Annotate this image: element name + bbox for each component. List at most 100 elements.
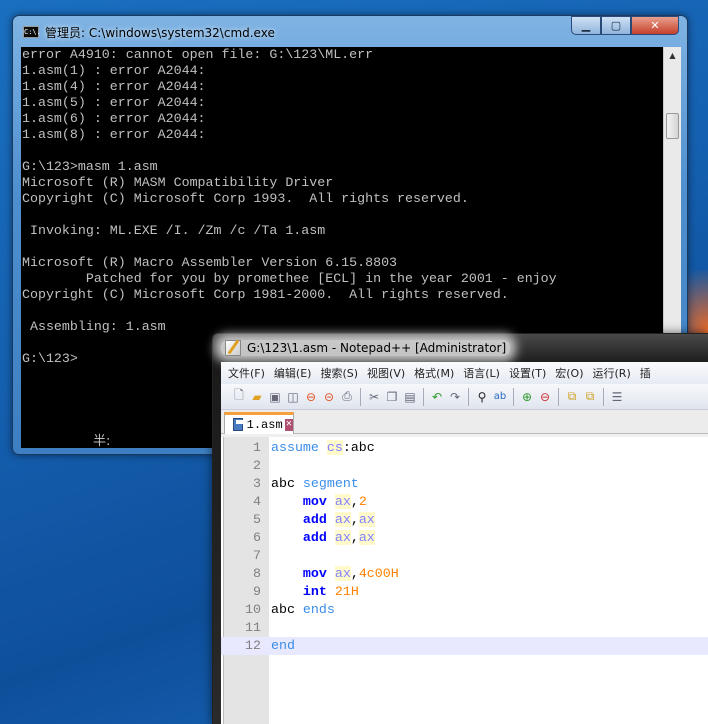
console-line: Patched for you by promethee [ECL] in th… — [22, 271, 557, 286]
code-token: add — [302, 512, 327, 527]
code-text: abc ends — [271, 601, 335, 619]
zoom-out-icon[interactable]: ⊖ — [537, 387, 553, 407]
menu-item[interactable]: 格式(M) — [411, 365, 460, 381]
code-token: mov — [302, 566, 327, 581]
maximize-icon: ▢ — [610, 19, 622, 32]
redo-icon[interactable]: ↷ — [447, 387, 463, 407]
console-line: G:\123>masm 1.asm — [22, 159, 158, 174]
code-line: 10 abc ends — [221, 601, 708, 619]
notepadpp-window[interactable]: G:\123\1.asm - Notepad++ [Administrator]… — [212, 333, 708, 724]
line-number: 4 — [253, 494, 261, 509]
code-token: 2 — [358, 494, 367, 509]
code-editor[interactable]: 1 assume cs:abc 2 3 abc segment 4 mov ax,2 5 a… — [221, 437, 708, 724]
code-token: mov — [302, 494, 327, 509]
save-icon[interactable]: ▣ — [267, 387, 283, 407]
code-line: 2 — [221, 457, 708, 475]
toolbar: 🗋 ▰ ▣ ◫ ⊖ ⊝ ⎙ ✂ ❐ ▤ ↶ ↷ ⚲ ab ⊕ ⊖ ⧉ ⧉ ☰ — [221, 384, 708, 410]
toolbar-separator — [558, 387, 559, 406]
close-button[interactable]: ✕ — [631, 16, 679, 35]
code-token: ax — [334, 566, 351, 581]
line-number: 7 — [253, 548, 261, 563]
code-line: 12 end — [221, 637, 708, 655]
console-line: 1.asm(1) : error A2044: — [22, 63, 206, 78]
tab-1-asm[interactable]: 1.asm ✕ — [224, 412, 294, 434]
line-number: 2 — [253, 458, 261, 473]
save-all-icon[interactable]: ◫ — [285, 387, 301, 407]
code-line: 5 add ax,ax — [221, 511, 708, 529]
code-text: add ax,ax — [271, 529, 375, 547]
open-file-icon[interactable]: ▰ — [249, 387, 265, 407]
code-text: add ax,ax — [271, 511, 375, 529]
code-line: 1 assume cs:abc — [221, 439, 708, 457]
menu-item[interactable]: 插 — [637, 365, 657, 381]
menu-item[interactable]: 视图(V) — [364, 365, 411, 381]
code-line: 11 — [221, 619, 708, 637]
code-text: assume cs:abc — [271, 439, 375, 457]
code-token: abc — [271, 602, 303, 617]
close-file-icon[interactable]: ⊖ — [303, 387, 319, 407]
console-line: Invoking: ML.EXE /I. /Zm /c /Ta 1.asm — [22, 223, 326, 238]
menu-item[interactable]: 设置(T) — [506, 365, 552, 381]
cmd-titlebar[interactable]: C:\. 管理员: C:\windows\system32\cmd.exe — [23, 24, 275, 40]
line-number: 3 — [253, 476, 261, 491]
line-number: 11 — [245, 620, 261, 635]
console-line: 1.asm(6) : error A2044: — [22, 111, 206, 126]
toolbar-separator — [360, 387, 361, 406]
menu-item[interactable]: 编辑(E) — [271, 365, 318, 381]
ime-status: 半: — [93, 434, 111, 449]
console-line: Copyright (C) Microsoft Corp 1981-2000. … — [22, 287, 509, 302]
zoom-in-icon[interactable]: ⊕ — [519, 387, 535, 407]
code-line: 6 add ax,ax — [221, 529, 708, 547]
word-wrap-icon[interactable]: ☰ — [609, 387, 625, 407]
replace-icon[interactable]: ab — [492, 387, 508, 407]
cut-icon[interactable]: ✂ — [366, 387, 382, 407]
console-line: 1.asm(5) : error A2044: — [22, 95, 206, 110]
menu-item[interactable]: 宏(O) — [552, 365, 589, 381]
undo-icon[interactable]: ↶ — [429, 387, 445, 407]
paste-icon[interactable]: ▤ — [402, 387, 418, 407]
minimize-button[interactable]: ▁ — [571, 16, 601, 35]
sync-vertical-icon[interactable]: ⧉ — [564, 387, 580, 407]
scroll-up-icon[interactable]: ▲ — [664, 47, 681, 64]
close-icon: ✕ — [650, 19, 660, 32]
line-number: 12 — [245, 638, 261, 653]
console-line: 1.asm(4) : error A2044: — [22, 79, 206, 94]
menu-item[interactable]: 搜索(S) — [317, 365, 364, 381]
notepad-icon — [225, 340, 241, 356]
menu-bar: 文件(F) 编辑(E) 搜索(S) 视图(V) 格式(M) 语言(L) 设置(T) 宏(O) 运… — [221, 362, 708, 384]
scroll-thumb[interactable] — [666, 113, 679, 139]
code-text: end — [271, 637, 295, 655]
close-tab-icon[interactable]: ✕ — [284, 418, 293, 431]
menu-item[interactable]: 运行(R) — [590, 365, 637, 381]
maximize-button[interactable]: ▢ — [601, 16, 631, 35]
code-token: , — [350, 566, 359, 581]
code-token: end — [271, 638, 295, 653]
menu-item[interactable]: 文件(F) — [225, 365, 271, 381]
console-line: Microsoft (R) MASM Compatibility Driver — [22, 175, 334, 190]
console-line: Microsoft (R) Macro Assembler Version 6.… — [22, 255, 398, 270]
sync-horizontal-icon[interactable]: ⧉ — [582, 387, 598, 407]
npp-titlebar[interactable]: G:\123\1.asm - Notepad++ [Administrator] — [221, 340, 511, 356]
toolbar-separator — [603, 387, 604, 406]
code-token: :abc — [342, 440, 375, 455]
new-file-icon[interactable]: 🗋 — [231, 387, 247, 407]
copy-icon[interactable]: ❐ — [384, 387, 400, 407]
code-token: ax — [358, 512, 375, 527]
console-line: Copyright (C) Microsoft Corp 1993. All r… — [22, 191, 469, 206]
code-token: 21H — [334, 584, 359, 599]
toolbar-separator — [423, 387, 424, 406]
close-all-icon[interactable]: ⊝ — [321, 387, 337, 407]
code-token: ax — [334, 530, 351, 545]
find-icon[interactable]: ⚲ — [474, 387, 490, 407]
console-line: error A4910: cannot open file: G:\123\ML… — [22, 47, 374, 62]
print-icon[interactable]: ⎙ — [339, 387, 355, 407]
minimize-icon: ▁ — [581, 19, 591, 32]
saved-file-icon — [233, 418, 243, 431]
menu-item[interactable]: 语言(L) — [460, 365, 506, 381]
code-line: 9 int 21H — [221, 583, 708, 601]
